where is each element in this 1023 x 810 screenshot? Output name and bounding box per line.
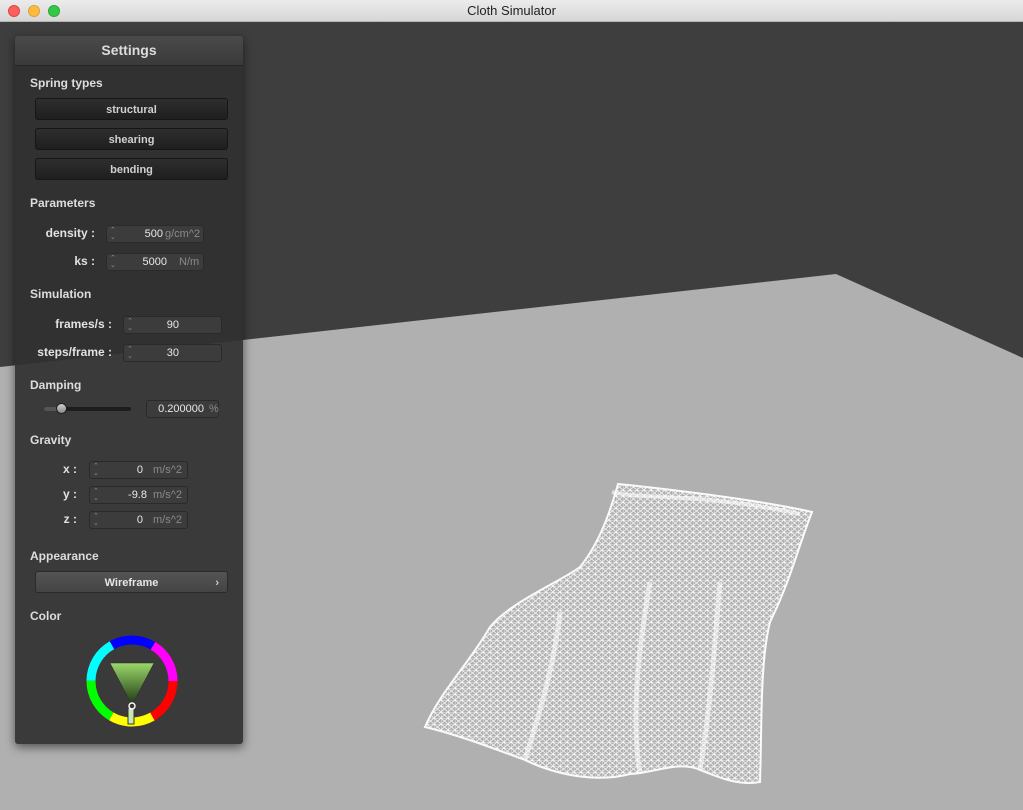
bending-button[interactable]: bending [35,158,228,180]
simulation-heading: Simulation [30,287,92,301]
gravity-z-spinner-icon[interactable]: ⌃ ⌄ [93,513,99,527]
frames-per-second-value: 90 [166,319,179,331]
window-title: Cloth Simulator [467,3,556,18]
gravity-y-spinner-icon[interactable]: ⌃ ⌄ [93,488,99,502]
color-heading: Color [30,609,62,623]
damping-slider-handle[interactable] [56,403,67,414]
steps-spinner-icon[interactable]: ⌃ ⌄ [127,346,133,360]
saturation-triangle[interactable] [109,662,155,706]
gravity-y-value: -9.8 [128,489,147,501]
frames-per-second-label: frames/s : [55,317,112,331]
color-wheel-icon [86,635,178,727]
appearance-heading: Appearance [30,549,99,563]
structural-button[interactable]: structural [35,98,228,120]
shearing-button[interactable]: shearing [35,128,228,150]
appearance-dropdown[interactable]: Wireframe › [35,571,228,593]
gravity-heading: Gravity [30,433,72,447]
ks-field[interactable]: ⌃ ⌄ 5000 N/m [106,253,204,271]
ks-value: 5000 [142,256,167,268]
gravity-z-unit: m/s^2 [153,514,182,526]
density-unit: g/cm^2 [165,228,201,240]
gravity-z-value: 0 [136,514,143,526]
gravity-y-unit: m/s^2 [153,489,182,501]
color-wheel-picker[interactable] [86,635,178,732]
window-title-bar: Cloth Simulator [0,0,1023,22]
frames-spinner-icon[interactable]: ⌃ ⌄ [127,318,133,332]
density-value: 500 [144,228,163,240]
frames-per-second-field[interactable]: ⌃ ⌄ 90 [123,316,222,334]
settings-panel-title[interactable]: Settings [15,36,243,66]
damping-value: 0.200000 [158,403,204,415]
ks-label: ks : [74,254,95,268]
ks-unit: N/m [179,256,200,268]
density-field[interactable]: ⌃ ⌄ 500 g/cm^2 [106,225,204,243]
gravity-z-field[interactable]: ⌃ ⌄ 0 m/s^2 [89,511,188,529]
gravity-y-label: y : [62,487,77,501]
chevron-right-icon: › [215,577,219,589]
gravity-x-value: 0 [136,464,143,476]
ks-spinner-icon[interactable]: ⌃ ⌄ [110,255,116,269]
damping-unit: % [209,403,219,415]
density-label: density : [45,226,95,240]
steps-per-frame-field[interactable]: ⌃ ⌄ 30 [123,344,222,362]
density-spinner-icon[interactable]: ⌃ ⌄ [110,227,116,241]
gravity-x-unit: m/s^2 [153,464,182,476]
appearance-selected-value: Wireframe [104,577,159,589]
gravity-x-spinner-icon[interactable]: ⌃ ⌄ [93,463,99,477]
settings-panel: Settings Spring types structural shearin… [15,36,243,744]
steps-per-frame-value: 30 [166,347,179,359]
gravity-y-field[interactable]: ⌃ ⌄ -9.8 m/s^2 [89,486,188,504]
gravity-x-field[interactable]: ⌃ ⌄ 0 m/s^2 [89,461,188,479]
spring-types-heading: Spring types [30,76,103,90]
parameters-heading: Parameters [30,196,96,210]
damping-heading: Damping [30,378,82,392]
hue-selector-handle[interactable] [127,707,135,725]
gravity-x-label: x : [62,462,77,476]
gravity-z-label: z : [63,512,77,526]
damping-field[interactable]: 0.200000 % [146,400,219,418]
steps-per-frame-label: steps/frame : [37,345,112,359]
